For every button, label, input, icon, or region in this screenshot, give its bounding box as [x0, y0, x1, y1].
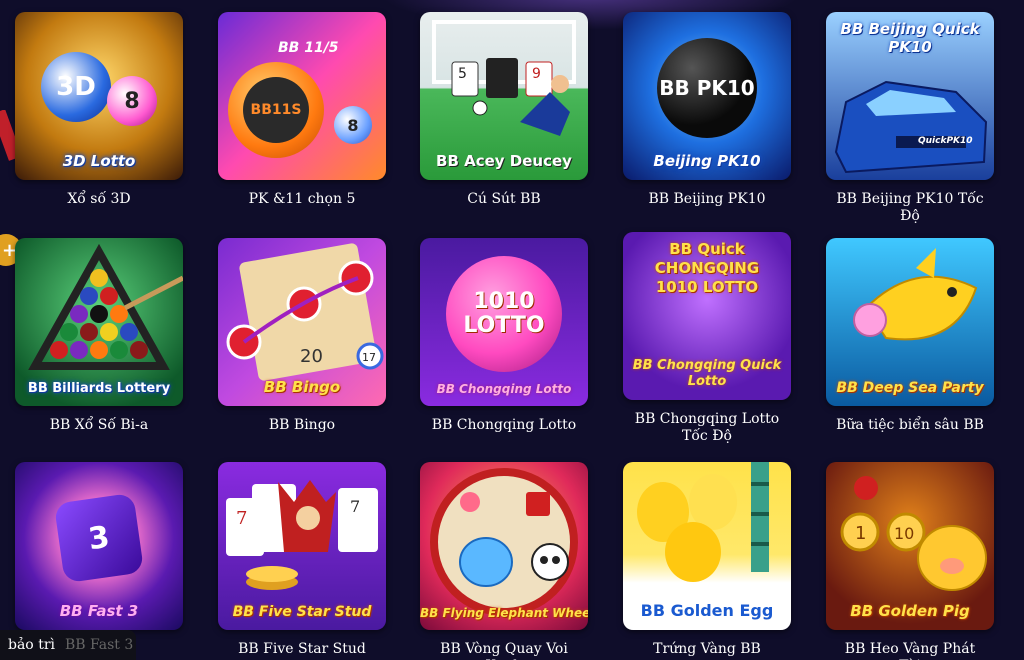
- game-title[interactable]: BB Beijing PK10 Tốc Độ: [826, 191, 994, 225]
- game-card[interactable]: BB 11/5 BB11S 8 PK &11 chọn 5: [218, 12, 386, 208]
- game-grid: 3D 8 3D Lotto Xổ số 3D BB 11/5 BB11S 8 P…: [0, 0, 1024, 660]
- svg-text:7: 7: [236, 508, 247, 529]
- svg-text:7: 7: [350, 497, 360, 516]
- thumb-caption: BB Billiards Lottery: [27, 381, 171, 396]
- game-card[interactable]: BB Golden Egg Trứng Vàng BB: [623, 462, 791, 658]
- ball-8-icon: 8: [334, 106, 372, 144]
- game-thumbnail[interactable]: BB Billiards Lottery: [15, 238, 183, 406]
- thumb-caption: 3D Lotto: [62, 152, 136, 170]
- bb115-icon: BB11S: [228, 62, 324, 158]
- game-thumbnail[interactable]: 3D 8 3D Lotto: [15, 12, 183, 180]
- game-card[interactable]: 3D 8 3D Lotto Xổ số 3D: [15, 12, 183, 208]
- game-thumbnail[interactable]: 5 9 BB Acey Deucey: [420, 12, 588, 180]
- game-card[interactable]: BB Quick CHONGQING 1010 LOTTO BB Chongqi…: [623, 232, 791, 445]
- game-card[interactable]: BB Deep Sea Party Bữa tiệc biển sâu BB: [826, 238, 994, 434]
- game-thumbnail[interactable]: BB Beijing Quick PK10 QuickPK10: [826, 12, 994, 180]
- maintenance-bar: bảo trì BB Fast 3: [0, 630, 136, 660]
- chongqing-lotto-icon: 1010 LOTTO: [446, 256, 562, 372]
- quick-lotto-icon: BB Quick CHONGQING 1010 LOTTO: [654, 240, 760, 296]
- pk10-icon: BB PK10: [657, 38, 757, 138]
- game-title[interactable]: BB Bingo: [218, 417, 386, 434]
- game-title[interactable]: BB Xổ Số Bi-a: [15, 417, 183, 434]
- game-thumbnail[interactable]: BB 11/5 BB11S 8: [218, 12, 386, 180]
- game-card[interactable]: 1 10 BB Golden Pig BB Heo Vàng Phát Tài: [826, 462, 994, 660]
- game-card[interactable]: 3 BB Fast 3 BB Fast 3: [15, 462, 183, 658]
- game-card[interactable]: BB Beijing Quick PK10 QuickPK10 BB Beiji…: [826, 12, 994, 225]
- game-thumbnail[interactable]: BB Quick CHONGQING 1010 LOTTO BB Chongqi…: [623, 232, 791, 400]
- race-car-icon: [834, 80, 988, 174]
- game-title[interactable]: Xổ số 3D: [15, 191, 183, 208]
- plate-text: QuickPK10: [918, 136, 973, 146]
- thumb-caption: BB Bingo: [263, 378, 341, 396]
- game-thumbnail[interactable]: 7 7 BB Five Star Stud: [218, 462, 386, 630]
- game-title[interactable]: BB Beijing PK10: [623, 191, 791, 208]
- game-card[interactable]: BB Billiards Lottery BB Xổ Số Bi-a: [15, 238, 183, 434]
- elephant-wheel-icon: [430, 468, 578, 616]
- svg-text:17: 17: [362, 351, 376, 364]
- thumb-caption: BB Golden Egg: [640, 601, 774, 620]
- game-title[interactable]: BB Heo Vàng Phát Tài: [826, 641, 994, 660]
- maintenance-status: bảo trì: [8, 637, 55, 653]
- game-card[interactable]: 5 9 BB Acey Deucey Cú Sút BB: [420, 12, 588, 208]
- game-thumbnail[interactable]: BB Golden Egg: [623, 462, 791, 630]
- game-card[interactable]: BB Flying Elephant Wheel BB Vòng Quay Vo…: [420, 462, 588, 660]
- dice-icon: 3: [53, 492, 145, 584]
- game-thumbnail[interactable]: BB Deep Sea Party: [826, 238, 994, 406]
- maintenance-game: BB Fast 3: [64, 637, 134, 653]
- thumb-caption: BB Chongqing Quick Lotto: [632, 358, 782, 389]
- thumb-caption: BB Five Star Stud: [232, 604, 372, 620]
- game-title[interactable]: Trứng Vàng BB: [623, 641, 791, 658]
- svg-text:1: 1: [855, 523, 866, 544]
- svg-text:20: 20: [300, 346, 323, 367]
- game-thumbnail[interactable]: BB Flying Elephant Wheel: [420, 462, 588, 630]
- game-title[interactable]: BB Chongqing Lotto Tốc Độ: [623, 411, 791, 445]
- game-title[interactable]: BB Vòng Quay Voi Xanh: [420, 641, 588, 660]
- game-title[interactable]: BB Five Star Stud: [218, 641, 386, 658]
- game-title[interactable]: BB Chongqing Lotto: [420, 417, 588, 434]
- thumb-caption: Beijing PK10: [653, 152, 761, 170]
- ball-8-icon: 8: [107, 76, 157, 126]
- game-thumbnail[interactable]: 1 10 BB Golden Pig: [826, 462, 994, 630]
- game-card[interactable]: BB PK10 Beijing PK10 BB Beijing PK10: [623, 12, 791, 208]
- thumb-caption: BB Flying Elephant Wheel: [420, 606, 588, 620]
- lotto-3d-icon: 3D: [41, 52, 111, 122]
- game-thumbnail[interactable]: 1010 LOTTO BB Chongqing Lotto: [420, 238, 588, 406]
- game-thumbnail[interactable]: 3 BB Fast 3: [15, 462, 183, 630]
- thumb-caption: BB Fast 3: [59, 602, 139, 620]
- game-card[interactable]: 7 7 BB Five Star Stud BB Five Star Stud: [218, 462, 386, 658]
- game-card[interactable]: 1010 LOTTO BB Chongqing Lotto BB Chongqi…: [420, 238, 588, 434]
- game-title[interactable]: Cú Sút BB: [420, 191, 588, 208]
- game-thumbnail[interactable]: 20 17 BB Bingo: [218, 238, 386, 406]
- game-title[interactable]: Bữa tiệc biển sâu BB: [826, 417, 994, 434]
- thumb-caption: BB Deep Sea Party: [836, 380, 984, 396]
- bb115-logo: BB11S: [243, 77, 309, 143]
- thumb-title: BB 11/5: [278, 40, 339, 56]
- game-thumbnail[interactable]: BB PK10 Beijing PK10: [623, 12, 791, 180]
- svg-text:10: 10: [894, 524, 914, 543]
- game-card[interactable]: 20 17 BB Bingo BB Bingo: [218, 238, 386, 434]
- thumb-caption: BB Golden Pig: [850, 602, 970, 620]
- svg-text:9: 9: [532, 66, 541, 82]
- svg-text:5: 5: [458, 66, 467, 82]
- thumb-caption: BB Chongqing Lotto: [436, 382, 572, 396]
- game-title[interactable]: PK &11 chọn 5: [218, 191, 386, 208]
- thumb-caption: BB Acey Deucey: [436, 152, 572, 170]
